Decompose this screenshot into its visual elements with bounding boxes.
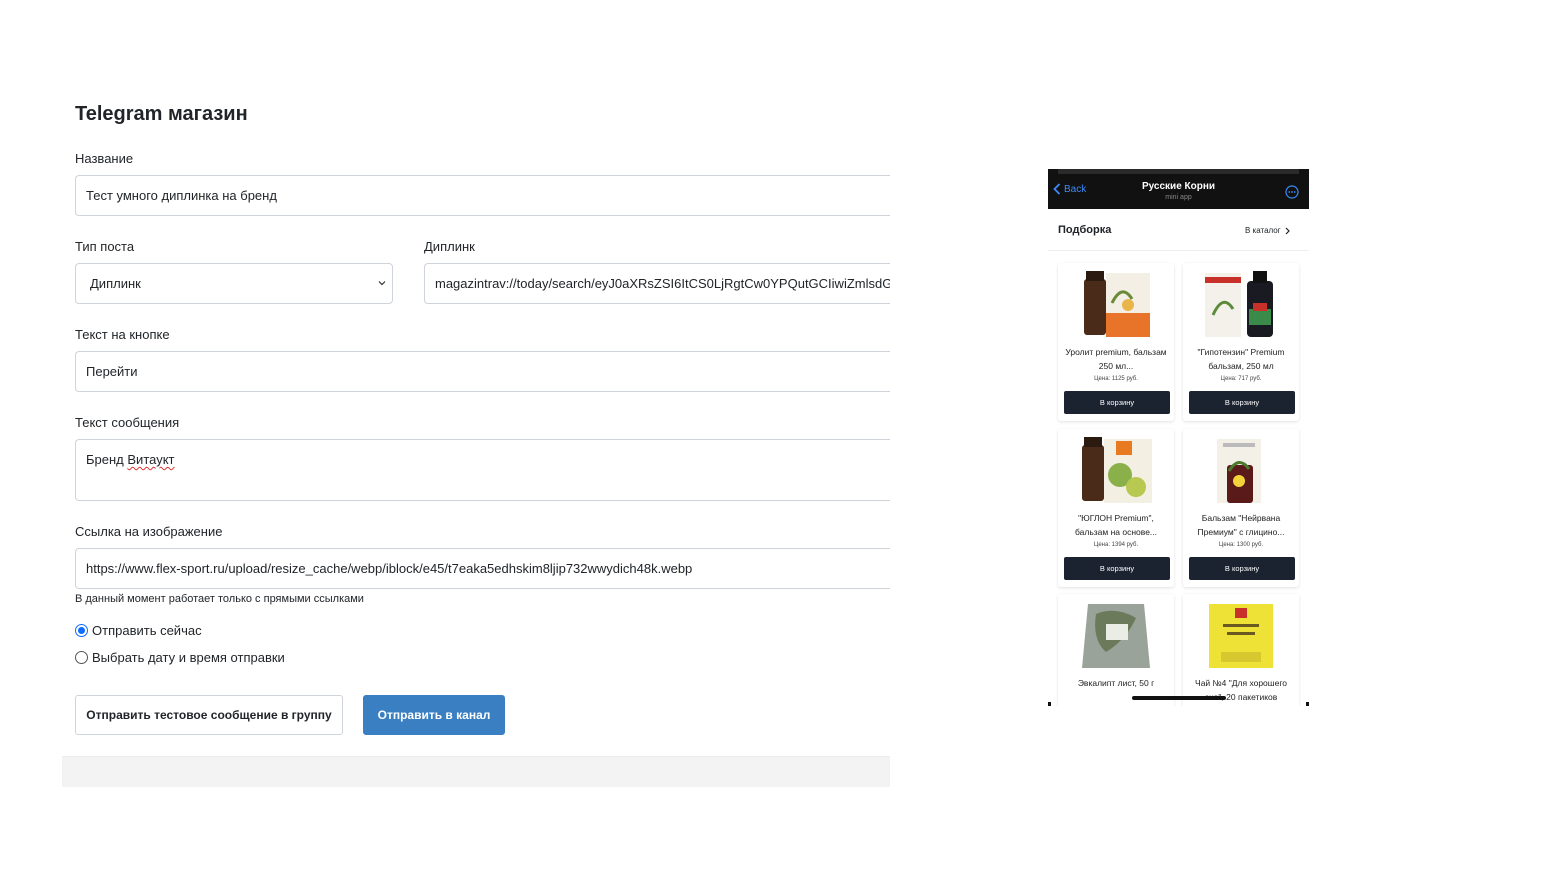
radio-on-icon[interactable] <box>75 624 88 637</box>
post-type-label: Тип поста <box>75 239 135 254</box>
product-name: "Гипотензин" Premium бальзам, 250 мл <box>1197 347 1285 371</box>
app-title: Русские Корни <box>1141 181 1216 192</box>
product-price: Цена: 1125 руб. <box>1094 376 1138 382</box>
frame-corner <box>1306 702 1309 706</box>
product-name: Уролит premium, бальзам 250 мл... <box>1065 347 1167 371</box>
product-card[interactable]: Чай №4 "Для хорошего сна", 20 пакетиков <box>1183 594 1299 706</box>
catalog-link-label: В каталог <box>1245 226 1281 235</box>
product-card[interactable]: "ЮГЛОН Premium", бальзам на основе... Це… <box>1058 429 1174 587</box>
radio-schedule-label: Выбрать дату и время отправки <box>92 650 285 665</box>
radio-schedule[interactable]: Выбрать дату и время отправки <box>75 650 285 665</box>
add-to-cart-button[interactable]: В корзину <box>1064 557 1170 580</box>
image-url-input[interactable]: https://www.flex-sport.ru/upload/resize_… <box>75 548 890 589</box>
app-header: Back Русские Корни mini app <box>1048 169 1309 209</box>
chevron-right-icon <box>1285 227 1290 234</box>
product-name: Эвкалипт лист, 50 г <box>1077 678 1155 688</box>
message-textarea[interactable]: Бренд Витаукт <box>75 439 890 501</box>
product-image <box>1209 604 1273 668</box>
page-title: Telegram магазин <box>75 103 248 125</box>
message-word: Бренд <box>86 452 124 467</box>
name-label: Название <box>75 151 134 166</box>
mini-app-preview: Back Русские Корни mini app Подборка В к… <box>1048 169 1309 706</box>
add-to-cart-button[interactable]: В корзину <box>1189 391 1295 414</box>
add-to-cart-button[interactable]: В корзину <box>1064 391 1170 414</box>
message-label: Текст сообщения <box>75 415 180 430</box>
chevron-down-icon <box>378 281 386 286</box>
product-image <box>1205 271 1273 337</box>
section-header: Подборка В каталог <box>1048 209 1309 251</box>
product-image <box>1082 604 1150 668</box>
radio-send-now-label: Отправить сейчас <box>92 623 202 638</box>
product-card[interactable]: Бальзам "Нейрвана Премиум" с глицино... … <box>1183 429 1299 587</box>
product-card[interactable]: Уролит premium, бальзам 250 мл... Цена: … <box>1058 263 1174 421</box>
frame-corner <box>1048 702 1051 706</box>
product-card[interactable]: "Гипотензин" Premium бальзам, 250 мл Цен… <box>1183 263 1299 421</box>
image-hint: В данный момент работает только с прямым… <box>75 593 364 605</box>
product-name: "ЮГЛОН Premium", бальзам на основе... <box>1074 513 1158 537</box>
deeplink-label: Диплинк <box>424 239 475 254</box>
deeplink-input[interactable]: magazintrav://today/search/eyJ0aXRsZSI6I… <box>424 263 890 304</box>
product-image <box>1084 271 1150 337</box>
product-price: Цена: 1394 руб. <box>1093 542 1139 548</box>
add-to-cart-button[interactable]: В корзину <box>1189 557 1295 580</box>
status-bar <box>1058 169 1299 174</box>
section-title: Подборка <box>1058 224 1112 236</box>
radio-send-now[interactable]: Отправить сейчас <box>75 623 202 638</box>
more-icon[interactable] <box>1285 185 1299 199</box>
button-text-input[interactable]: Перейти <box>75 351 890 392</box>
button-text-label: Текст на кнопке <box>75 327 170 342</box>
footer-bar <box>62 756 890 787</box>
catalog-link[interactable]: В каталог <box>1245 226 1290 235</box>
send-channel-button[interactable]: Отправить в канал <box>363 695 505 735</box>
product-image <box>1217 439 1261 503</box>
name-input[interactable]: Тест умного диплинка на бренд <box>75 175 890 216</box>
app-subtitle: mini app <box>1165 194 1192 201</box>
radio-off-icon[interactable] <box>75 651 88 664</box>
product-price: Цена: 1300 руб. <box>1218 542 1264 548</box>
post-type-value: Диплинк <box>90 276 141 291</box>
telegram-shop-form: Telegram магазин Название Тест умного ди… <box>62 0 890 787</box>
home-indicator <box>1132 696 1226 700</box>
send-test-button[interactable]: Отправить тестовое сообщение в группу <box>75 695 343 735</box>
product-image <box>1082 437 1152 503</box>
misspelled-word: Витаукт <box>127 452 175 467</box>
product-name: Бальзам "Нейрвана Премиум" с глицино... <box>1197 513 1285 537</box>
post-type-select[interactable]: Диплинк <box>75 263 393 304</box>
product-card[interactable]: Эвкалипт лист, 50 г <box>1058 594 1174 706</box>
product-price: Цена: 717 руб. <box>1220 376 1262 382</box>
image-label: Ссылка на изображение <box>75 524 223 539</box>
